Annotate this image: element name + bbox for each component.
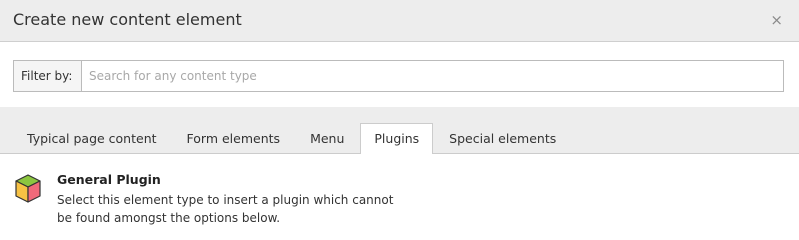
filter-label: Filter by: (13, 60, 81, 92)
create-content-element-modal: Create new content element × Filter by: … (0, 0, 799, 240)
tab-plugins[interactable]: Plugins (360, 123, 434, 154)
content-element-item[interactable]: General Plugin Select this element type … (15, 172, 799, 227)
tab-form-elements[interactable]: Form elements (173, 123, 295, 153)
plugin-cube-icon (15, 174, 49, 208)
modal-header: Create new content element × (0, 0, 799, 42)
modal-title: Create new content element (13, 10, 242, 29)
close-button[interactable]: × (770, 11, 783, 29)
tab-panel-plugins: General Plugin Select this element type … (0, 154, 799, 227)
tab-menu[interactable]: Menu (296, 123, 358, 153)
filter-area: Filter by: (0, 42, 799, 107)
item-description: Select this element type to insert a plu… (57, 193, 394, 225)
tab-typical-page-content[interactable]: Typical page content (13, 123, 171, 153)
tab-special-elements[interactable]: Special elements (435, 123, 570, 153)
tab-list: Typical page content Form elements Menu … (13, 123, 572, 154)
filter-search-input[interactable] (81, 60, 784, 92)
item-title: General Plugin (57, 172, 161, 187)
item-text: General Plugin Select this element type … (57, 172, 407, 227)
filter-group: Filter by: (13, 60, 784, 92)
tabs-bar: Typical page content Form elements Menu … (0, 107, 799, 154)
